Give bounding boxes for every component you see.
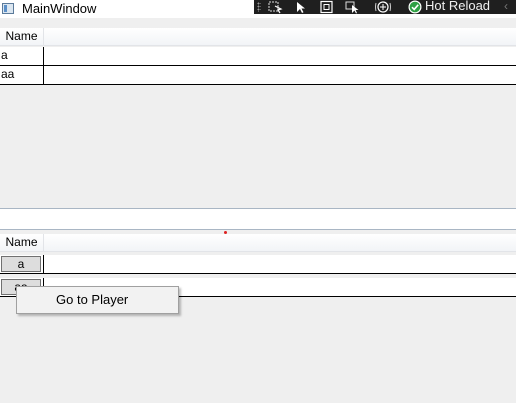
layout-bounds-icon[interactable] [318, 0, 336, 14]
top-grid-row[interactable]: a [0, 47, 516, 66]
track-focus-icon[interactable] [344, 0, 362, 14]
top-grid-row[interactable]: aa [0, 66, 516, 85]
top-grid-cell[interactable]: a [0, 47, 44, 65]
top-grid-header: Name [0, 28, 516, 46]
bottom-grid-cell: a [0, 255, 44, 273]
menu-item-label: Go to Player [56, 292, 129, 307]
toolbar-grip-icon[interactable] [257, 2, 261, 12]
app-window-icon [2, 3, 14, 14]
menu-item-go-to-player[interactable]: Go to Player [18, 289, 177, 311]
context-menu: Go to Player [16, 286, 179, 314]
hot-reload-check-icon[interactable] [408, 0, 422, 14]
bottom-grid-row[interactable]: a [0, 255, 516, 274]
window-title: MainWindow [22, 1, 97, 16]
binding-icon[interactable] [374, 0, 392, 14]
top-grid-column-header-name[interactable]: Name [0, 28, 44, 46]
select-element-icon[interactable] [266, 0, 284, 14]
bottom-grid-header: Name [0, 234, 516, 252]
bottom-grid-column-header-name[interactable]: Name [0, 234, 44, 252]
pointer-icon[interactable] [292, 0, 310, 14]
top-grid-cell[interactable]: aa [0, 66, 44, 84]
hot-reload-button[interactable]: Hot Reload [425, 0, 490, 13]
dev-toolbar: Hot Reload ‹ [254, 0, 516, 14]
grid-splitter[interactable] [0, 208, 516, 230]
bottom-grid-row-button[interactable]: a [1, 256, 41, 272]
chevron-left-icon[interactable]: ‹ [504, 0, 508, 13]
